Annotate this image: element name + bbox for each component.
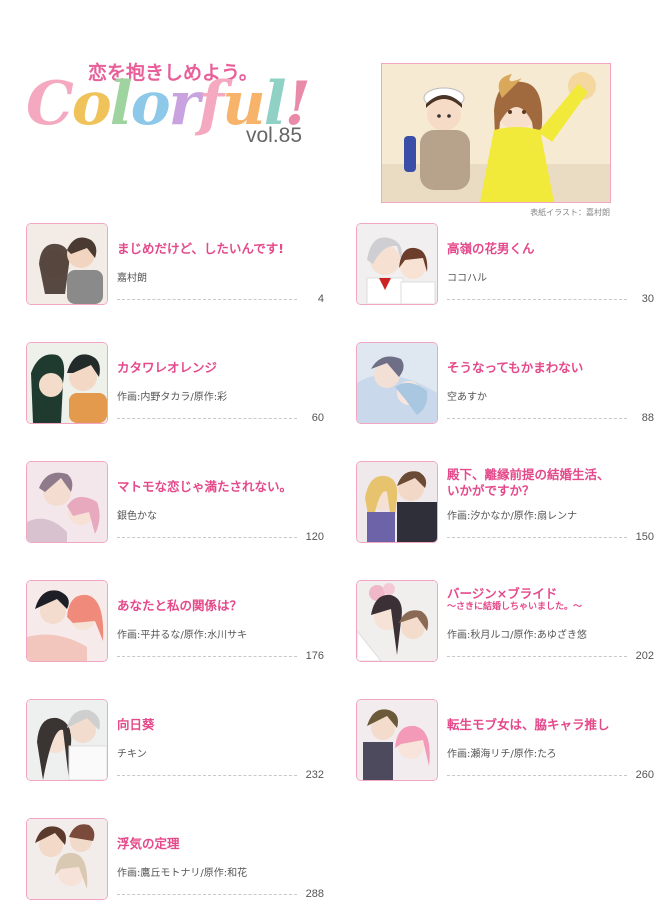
story-thumbnail xyxy=(356,223,438,305)
toc-entry[interactable]: 転生モブ女は、脇キャラ推し 作画:瀬海リチ/原作:たろ 260 xyxy=(356,699,654,783)
toc-entry[interactable]: 高嶺の花男くん ココハル 30 xyxy=(356,223,654,307)
story-author: 作画:秋月ルコ/原作:あゆざき悠 xyxy=(447,630,587,641)
leader-dots xyxy=(117,894,297,895)
story-thumbnail xyxy=(356,699,438,781)
story-title: マトモな恋じゃ満たされない。 xyxy=(117,479,293,494)
leader-dots xyxy=(447,775,627,776)
story-author: 嘉村朗 xyxy=(117,273,147,284)
page-number: 176 xyxy=(305,650,324,662)
leader-dots xyxy=(117,418,297,419)
logo-letter: o xyxy=(130,69,171,139)
story-title: 転生モブ女は、脇キャラ推し xyxy=(447,717,610,732)
story-thumbnail xyxy=(26,223,108,305)
logo-letter: f xyxy=(198,69,224,139)
story-title: 殿下、離縁前提の結婚生活、 いかがですか？ xyxy=(447,467,656,499)
logo-letter: r xyxy=(168,69,201,139)
story-title: 浮気の定理 xyxy=(117,836,180,851)
story-author: 作画:内野タカラ/原作:彩 xyxy=(117,392,228,403)
toc-entry[interactable]: あなたと私の関係は？ 作画:平井るな/原作:水川サキ 176 xyxy=(26,580,324,664)
story-thumbnail xyxy=(26,580,108,662)
toc-entry[interactable]: まじめだけど、したいんです! 嘉村朗 4 xyxy=(26,223,324,307)
toc-entry[interactable]: 浮気の定理 作画:鷹丘モトナリ/原作:和花 288 xyxy=(26,818,324,902)
story-title-line-2: いかがですか？ xyxy=(447,483,535,498)
logo-letter: C xyxy=(26,69,74,139)
story-thumbnail xyxy=(26,818,108,900)
leader-dots xyxy=(117,299,297,300)
page-number: 150 xyxy=(635,531,654,543)
page-number: 60 xyxy=(311,412,324,424)
toc-entry[interactable]: マトモな恋じゃ満たされない。 銀色かな 120 xyxy=(26,461,324,545)
story-title: まじめだけど、したいんです! xyxy=(117,241,284,256)
leader-dots xyxy=(447,537,627,538)
story-title: あなたと私の関係は？ xyxy=(117,598,243,613)
story-title-line-1: 殿下、離縁前提の結婚生活、 xyxy=(447,467,610,482)
story-title: そうなってもかまわない xyxy=(447,360,584,375)
story-subtitle: 〜さきに結婚しちゃいました。〜 xyxy=(447,602,583,612)
page-number: 260 xyxy=(635,769,654,781)
leader-dots xyxy=(447,656,627,657)
logo-letter: l xyxy=(109,69,133,139)
story-author: 作画:平井るな/原作:水川サキ xyxy=(117,630,248,641)
leader-dots xyxy=(117,537,297,538)
page-number: 4 xyxy=(317,293,324,305)
toc-entry[interactable]: バージン×ブライド 〜さきに結婚しちゃいました。〜 作画:秋月ルコ/原作:あゆざ… xyxy=(356,580,654,664)
page-number: 88 xyxy=(641,412,654,424)
leader-dots xyxy=(447,299,627,300)
page-number: 30 xyxy=(641,293,654,305)
story-thumbnail xyxy=(26,699,108,781)
toc-entry[interactable]: 殿下、離縁前提の結婚生活、 いかがですか？ 作画:汐かなか/原作:扇レンナ 15… xyxy=(356,461,654,545)
page-number: 120 xyxy=(305,531,324,543)
leader-dots xyxy=(117,656,297,657)
story-author: 作画:汐かなか/原作:扇レンナ xyxy=(447,511,578,522)
story-thumbnail xyxy=(356,580,438,662)
leader-dots xyxy=(447,418,627,419)
story-title: バージン×ブライド 〜さきに結婚しちゃいました。〜 xyxy=(447,586,656,613)
story-thumbnail xyxy=(356,461,438,543)
story-author: ココハル xyxy=(447,273,487,284)
story-author: 空あすか xyxy=(447,392,487,403)
cover-credit: 表紙イラスト：嘉村朗 xyxy=(530,208,610,217)
story-author: 作画:瀬海リチ/原作:たろ xyxy=(447,749,557,760)
story-title-line-1: バージン×ブライド xyxy=(447,586,558,601)
page-number: 288 xyxy=(305,888,324,900)
story-thumbnail xyxy=(26,461,108,543)
story-title: 高嶺の花男くん xyxy=(447,241,535,256)
logo-letter: o xyxy=(71,69,112,139)
story-author: 作画:鷹丘モトナリ/原作:和花 xyxy=(117,868,248,879)
page-number: 232 xyxy=(305,769,324,781)
cover-illustration xyxy=(381,63,611,203)
toc-entry[interactable]: カタワレオレンジ 作画:内野タカラ/原作:彩 60 xyxy=(26,342,324,426)
page-number: 202 xyxy=(635,650,654,662)
leader-dots xyxy=(117,775,297,776)
volume-number: vol.85 xyxy=(246,124,303,147)
story-author: チキン xyxy=(117,749,147,760)
story-title: カタワレオレンジ xyxy=(117,360,218,375)
story-thumbnail xyxy=(356,342,438,424)
toc-entry[interactable]: そうなってもかまわない 空あすか 88 xyxy=(356,342,654,426)
story-author: 銀色かな xyxy=(117,511,157,522)
toc-entry[interactable]: 向日葵 チキン 232 xyxy=(26,699,324,783)
story-thumbnail xyxy=(26,342,108,424)
magazine-logo: 恋を抱きしめよう。 Colorful! vol.85 xyxy=(26,58,311,168)
story-title: 向日葵 xyxy=(117,717,155,732)
